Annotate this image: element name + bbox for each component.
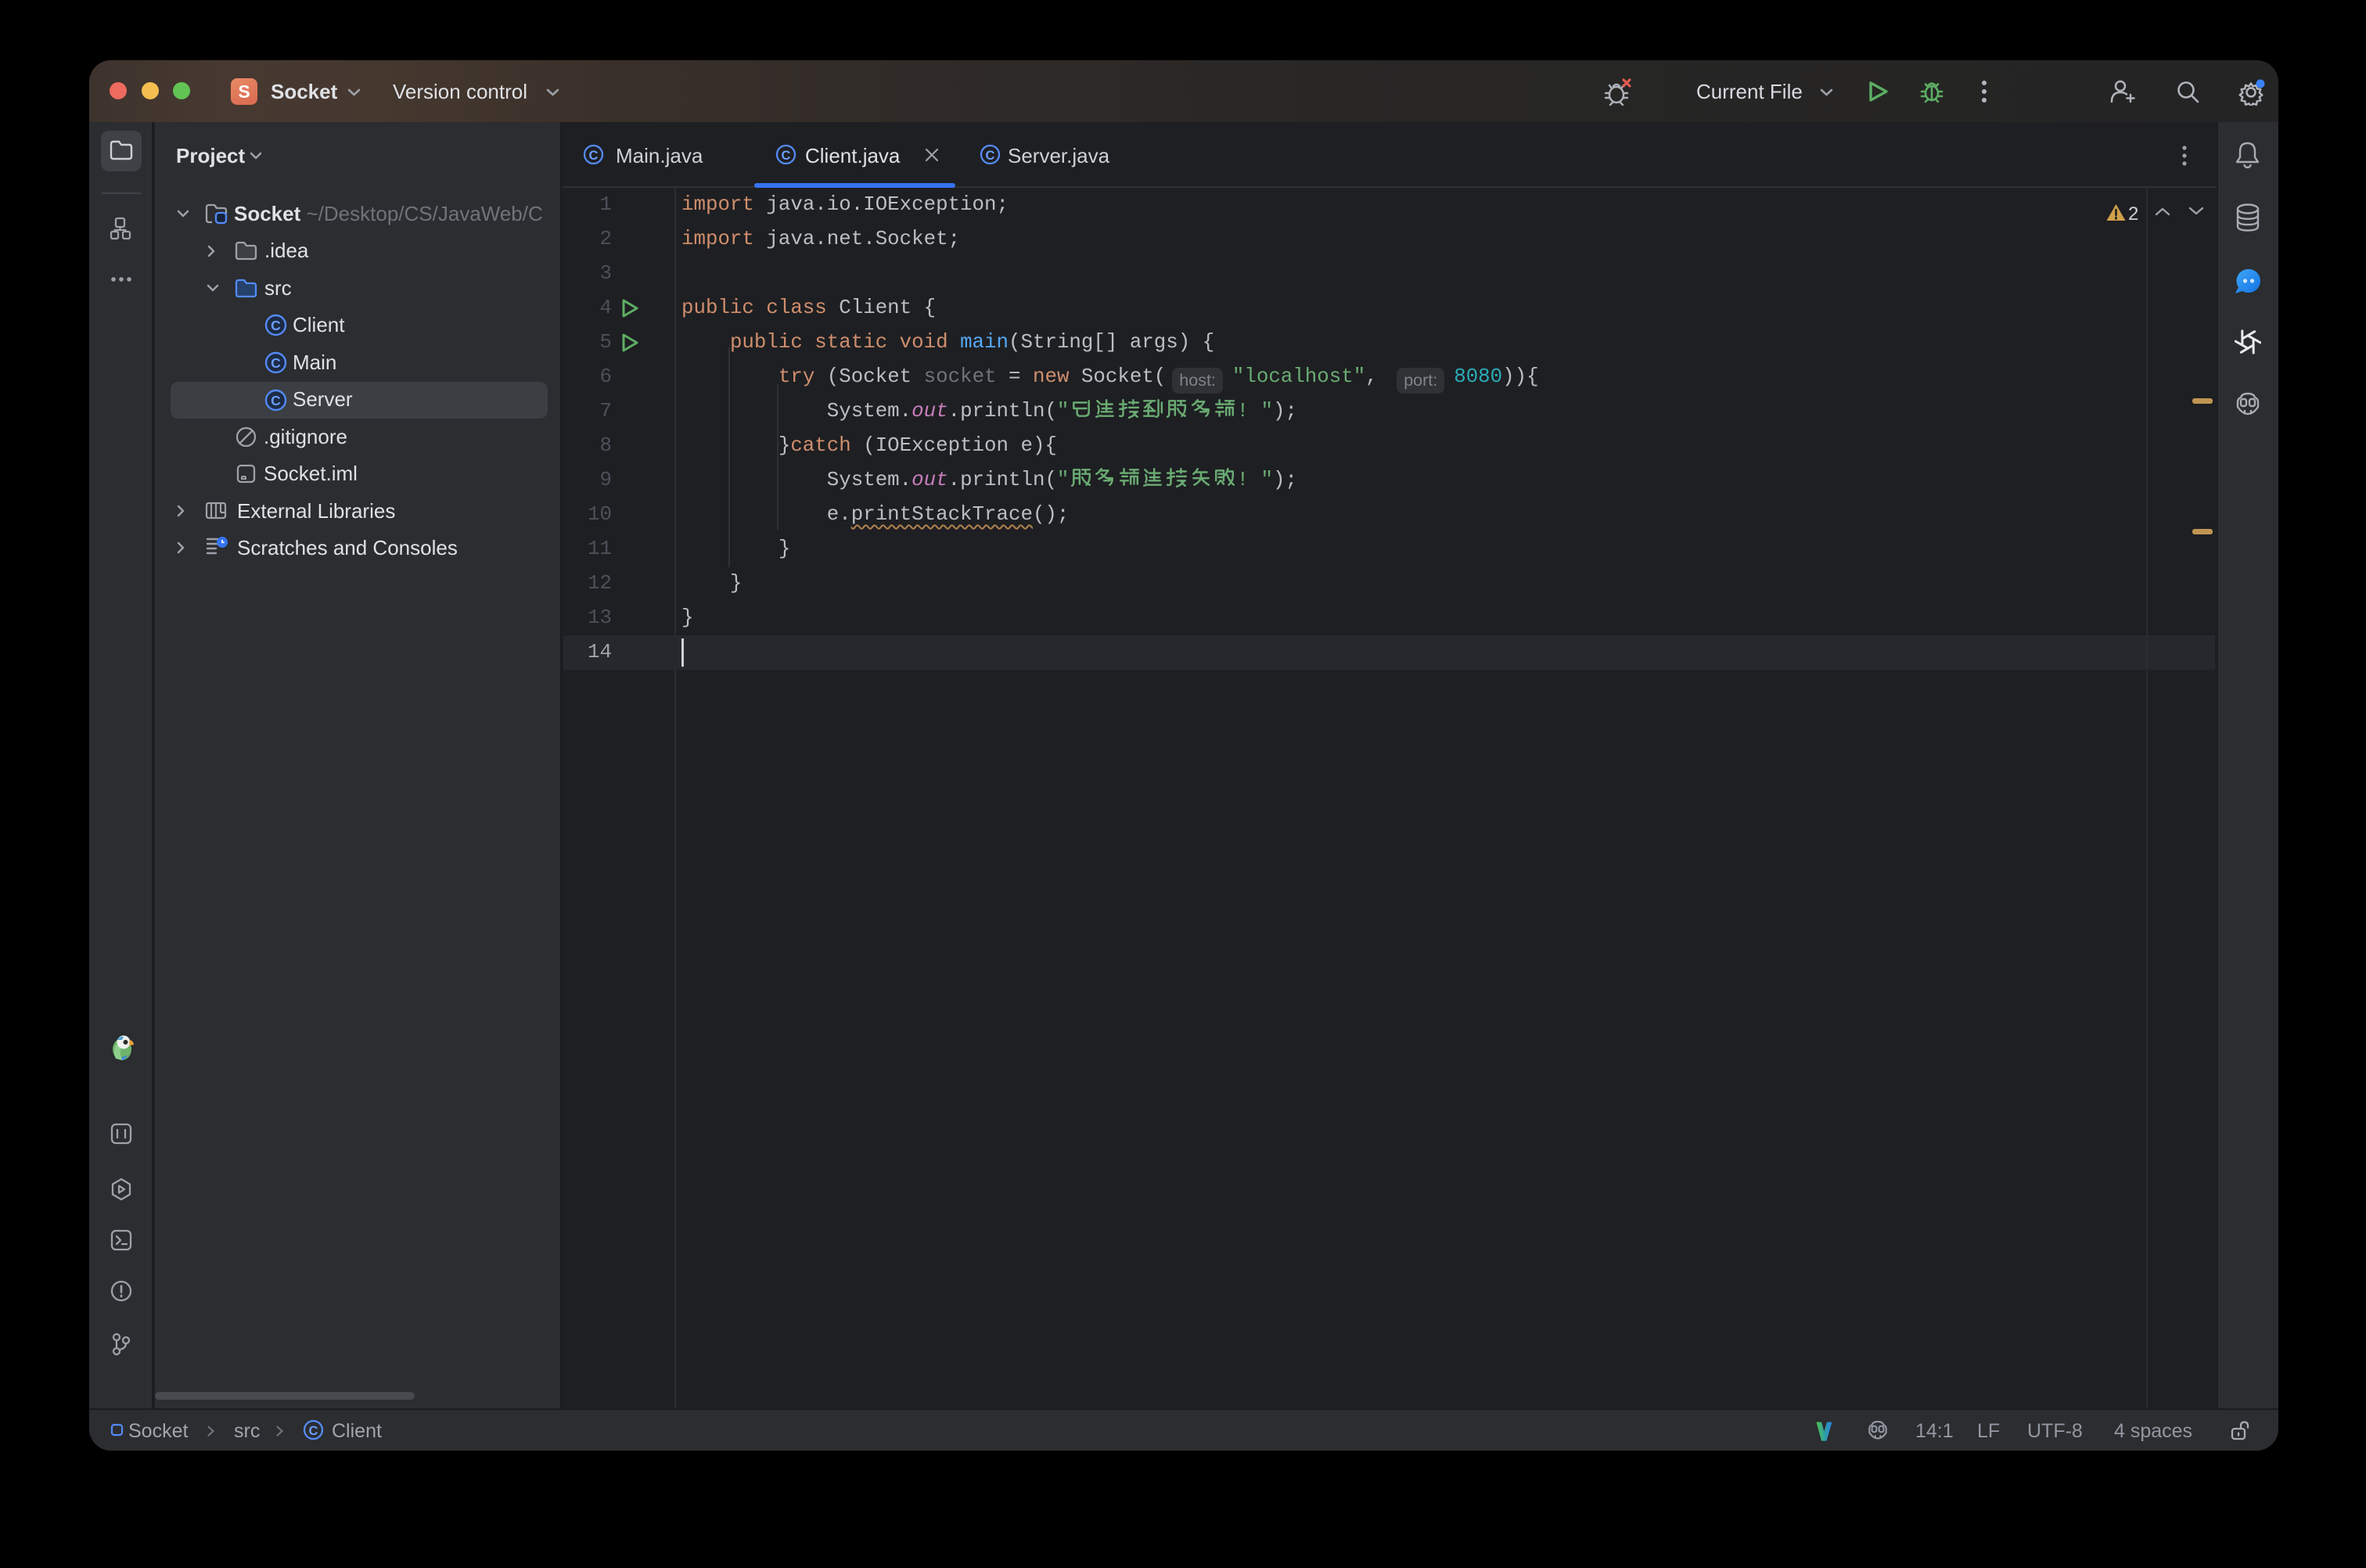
svg-text:C: C: [309, 1424, 318, 1438]
svg-text:C: C: [271, 355, 281, 371]
svg-text:C: C: [271, 393, 281, 408]
svg-text:C: C: [782, 149, 791, 163]
svg-text:C: C: [271, 318, 281, 333]
svg-text:C: C: [589, 149, 599, 163]
svg-text:C: C: [986, 149, 995, 163]
